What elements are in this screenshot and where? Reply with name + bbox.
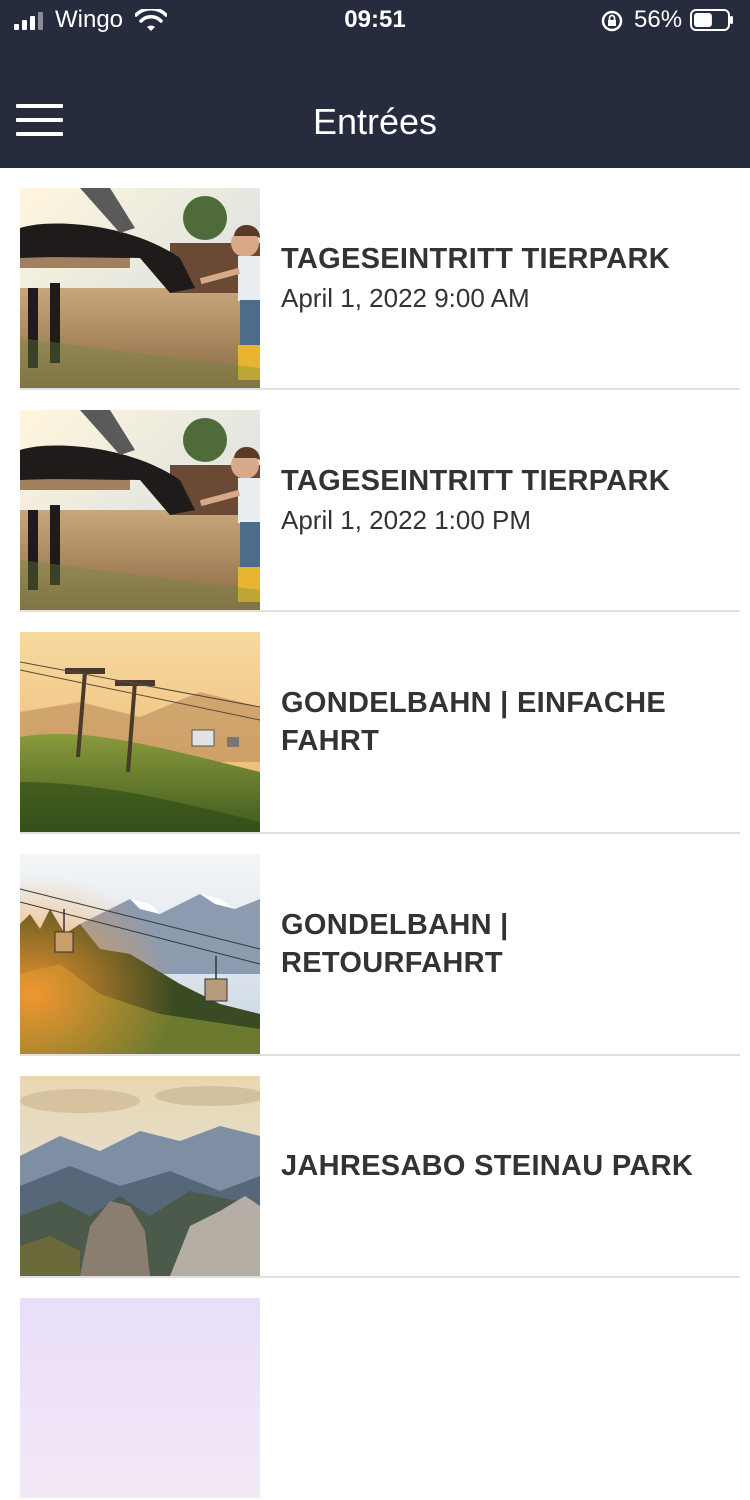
thumbnail-photo [20, 1298, 260, 1498]
gondola-sunset-photo [20, 632, 260, 832]
mountain-panorama-photo [20, 1076, 260, 1276]
entry-date: April 1, 2022 1:00 PM [281, 505, 532, 535]
list-item[interactable]: GONDELBAHN | EINFACHE FAHRT [20, 612, 740, 834]
list-item[interactable] [20, 1278, 740, 1500]
entry-title: JAHRESABO STEINAU PARK [281, 1150, 694, 1182]
list-item[interactable]: TAGESEINTRITT TIERPARK April 1, 2022 9:0… [20, 168, 740, 390]
status-bar: Wingo 09:51 56% [0, 0, 750, 42]
entry-date: April 1, 2022 9:00 AM [281, 283, 530, 313]
entry-title: TAGESEINTRITT TIERPARK [281, 465, 670, 497]
pony-and-child-photo [20, 188, 260, 388]
list-item[interactable]: JAHRESABO STEINAU PARK [20, 1056, 740, 1278]
entry-title: TAGESEINTRITT TIERPARK [281, 243, 670, 275]
app-header: Wingo 09:51 56% Entrées [0, 0, 750, 168]
entry-title: GONDELBAHN | EINFACHE FAHRT [281, 687, 666, 757]
battery-percent: 56% [634, 6, 683, 33]
pony-and-child-photo [20, 410, 260, 610]
list-item[interactable]: TAGESEINTRITT TIERPARK April 1, 2022 1:0… [20, 390, 740, 612]
orientation-lock-icon [601, 10, 623, 32]
gondola-forest-photo [20, 854, 260, 1054]
battery-icon [690, 9, 733, 31]
entry-title: GONDELBAHN | RETOURFAHRT [281, 909, 509, 979]
list-item[interactable]: GONDELBAHN | RETOURFAHRT [20, 834, 740, 1056]
page-title: Entrées [312, 101, 438, 142]
